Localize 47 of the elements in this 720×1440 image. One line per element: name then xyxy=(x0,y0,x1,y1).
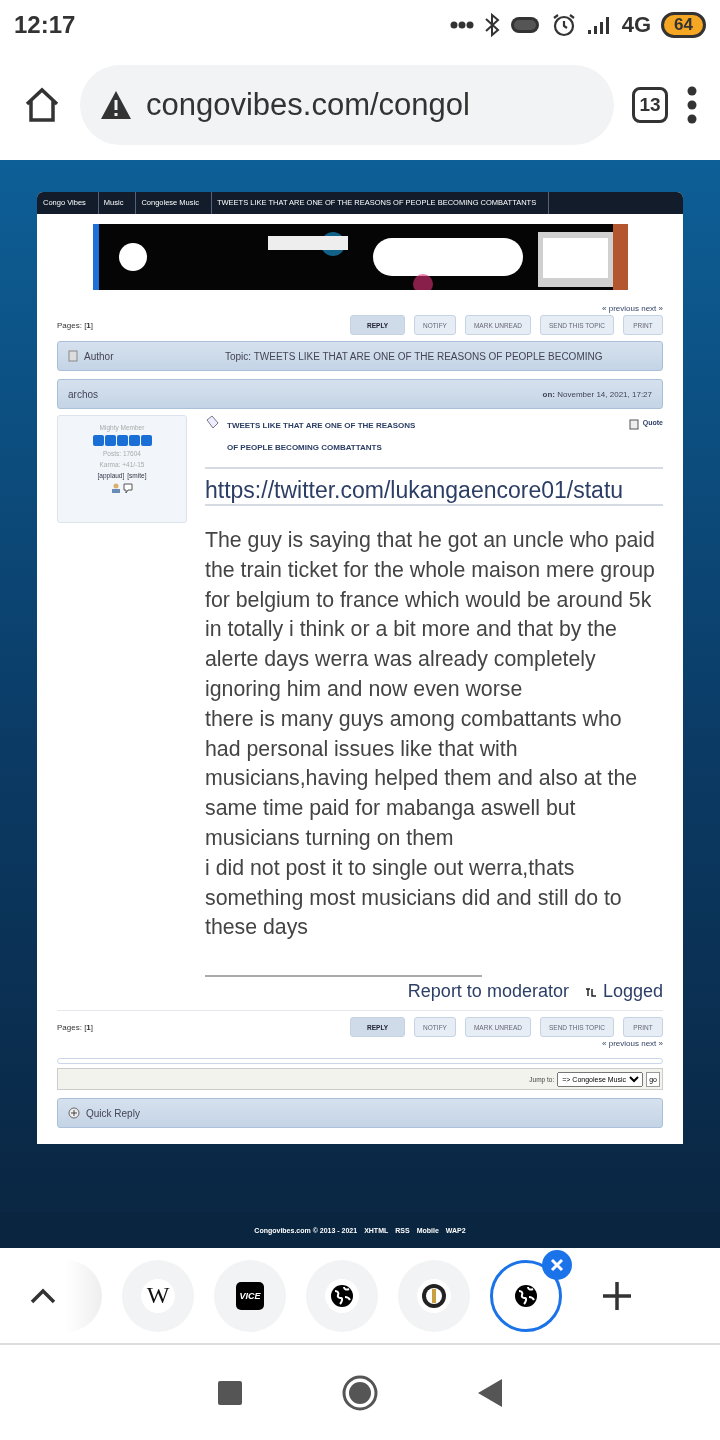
toggle-icon xyxy=(509,15,542,35)
plus-circle-icon xyxy=(68,1107,80,1120)
ip-icon xyxy=(584,985,597,998)
topic-heading: Topic: TWEETS LIKE THAT ARE ONE OF THE REASONS OF PEOPLE BECOMING xyxy=(225,350,603,362)
author-heading: Author xyxy=(84,350,115,362)
tweet-link[interactable]: https://twitter.com/lukangaencore01/statu xyxy=(205,477,663,506)
round-logo-icon xyxy=(421,1282,447,1309)
quote-icon xyxy=(628,419,639,430)
plus-icon[interactable] xyxy=(602,1280,632,1311)
report-link[interactable]: Report to moderator xyxy=(407,981,569,1003)
logged-status: Logged xyxy=(584,981,663,1003)
close-icon[interactable] xyxy=(542,1249,572,1280)
clock: 12:17 xyxy=(14,11,76,39)
dots-icon xyxy=(449,21,474,29)
pages-label: Pages: [1] xyxy=(57,1022,94,1032)
network-label: 4G xyxy=(621,12,652,38)
battery-indicator: 64 xyxy=(661,12,706,38)
globe-icon xyxy=(330,1283,354,1308)
quick-reply-bar[interactable]: Quick Reply xyxy=(57,1098,663,1129)
chevron-up-icon[interactable] xyxy=(30,1287,56,1304)
document-icon xyxy=(205,415,219,429)
quick-reply-label: Quick Reply xyxy=(86,1107,140,1119)
menu-icon[interactable] xyxy=(686,85,698,125)
tab-button[interactable]: W xyxy=(122,1259,194,1332)
prev-next-link[interactable]: « previous next » xyxy=(602,304,663,313)
post-subject: TWEETS LIKE THAT ARE ONE OF THE REASONS OF PEOPLE BECOMING COMBATTANTS xyxy=(227,420,416,454)
pages-label: Pages: [1] xyxy=(57,320,94,330)
recents-button[interactable] xyxy=(218,1380,242,1405)
person-icon[interactable] xyxy=(111,483,121,493)
home-nav-button[interactable] xyxy=(342,1374,378,1411)
post-text: i did not post it to single out werra,thats something most musicians did and still do to these days xyxy=(205,854,623,942)
signal-icon xyxy=(585,14,612,36)
wikipedia-logo: W xyxy=(146,1282,170,1309)
author-name[interactable]: archos xyxy=(68,388,98,400)
back-button[interactable] xyxy=(478,1378,502,1407)
warning-icon xyxy=(100,90,132,120)
tab-count-button[interactable]: 13 xyxy=(632,87,668,123)
address-field[interactable]: congovibes.com/congol xyxy=(80,65,614,145)
book-icon xyxy=(68,350,78,362)
tab-button[interactable]: VICE xyxy=(214,1259,286,1332)
prev-next-link[interactable]: « previous next » xyxy=(602,1039,663,1049)
post-date: on: November 14, 2021, 17:27 xyxy=(542,389,652,399)
bluetooth-icon xyxy=(483,12,500,38)
alarm-icon xyxy=(551,13,576,37)
speech-bubble-icon[interactable] xyxy=(123,483,133,494)
globe-icon xyxy=(514,1283,538,1308)
vice-logo: VICE xyxy=(236,1281,264,1310)
